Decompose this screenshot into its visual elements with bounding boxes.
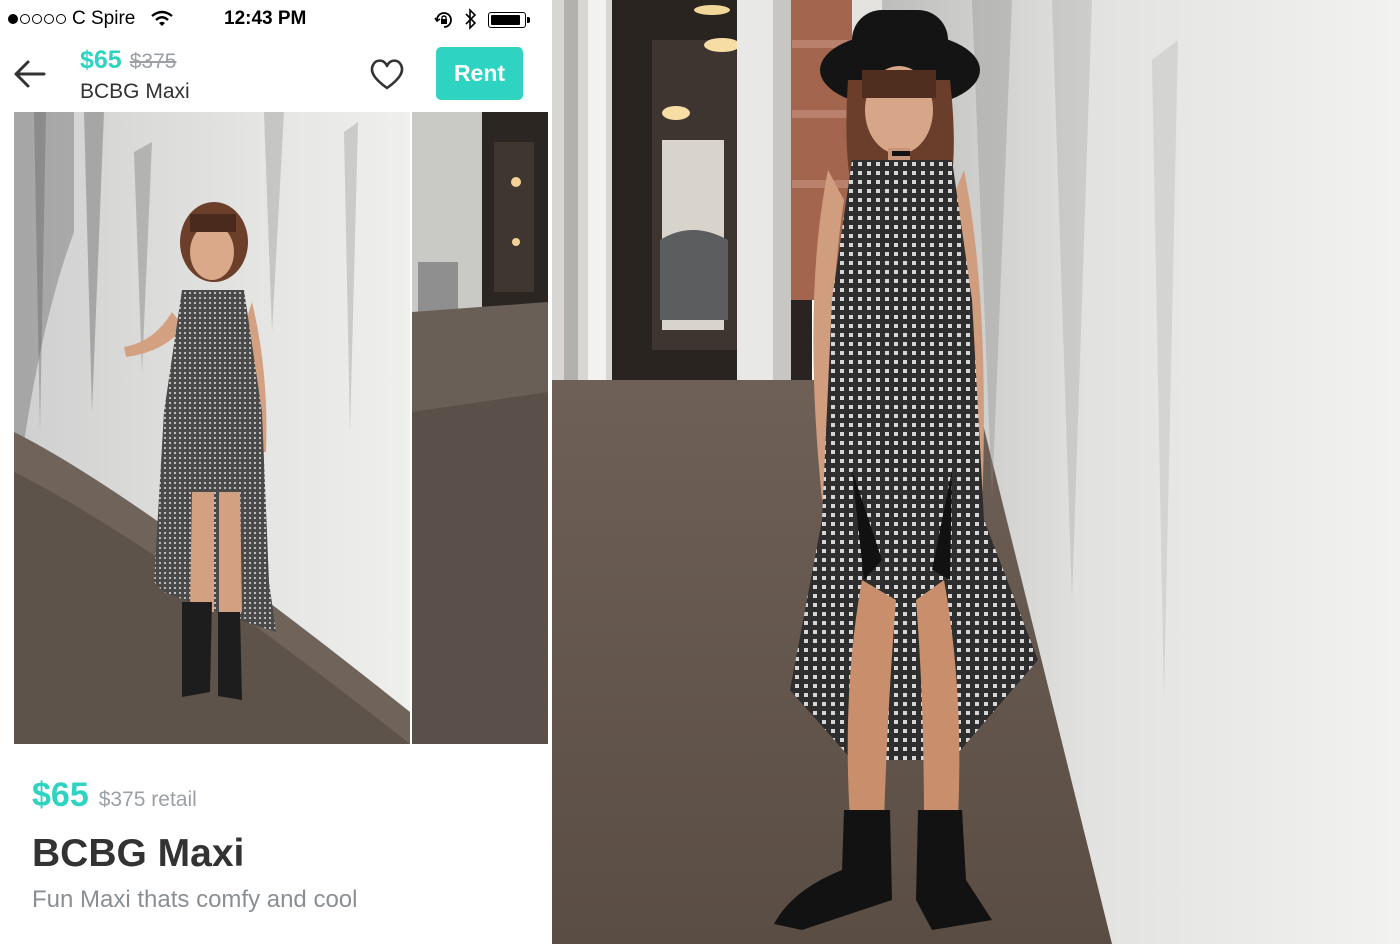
carrier-name: C Spire — [72, 8, 136, 29]
rent-button[interactable]: Rent — [436, 47, 523, 100]
nav-price-group: $65 $375 — [80, 46, 176, 75]
battery-icon — [488, 12, 530, 28]
nav-price: $65 — [80, 46, 122, 74]
signal-dots-icon — [8, 14, 66, 24]
product-photo-full-body[interactable] — [14, 112, 410, 744]
back-arrow-icon[interactable] — [12, 56, 48, 97]
photo-carousel[interactable] — [14, 112, 548, 744]
product-photo-alley[interactable] — [412, 112, 548, 744]
heart-icon[interactable] — [368, 56, 406, 97]
rotation-lock-icon — [433, 9, 455, 37]
rental-price: $65 — [32, 776, 89, 814]
clock: 12:43 PM — [224, 8, 307, 29]
nav-product-title: BCBG Maxi — [80, 80, 190, 103]
nav-original-price: $375 — [129, 50, 177, 73]
large-product-photo — [552, 0, 1400, 944]
wifi-icon — [150, 9, 174, 35]
product-title: BCBG Maxi — [32, 832, 245, 875]
price-row: $65 $375 retail — [32, 776, 197, 815]
retail-price: $375 retail — [98, 788, 197, 811]
product-description: Fun Maxi thats comfy and cool — [32, 886, 358, 913]
bluetooth-icon — [464, 7, 478, 37]
product-nav-bar: $65 $375 BCBG Maxi Rent — [0, 40, 548, 112]
status-bar: C Spire 12:43 PM — [0, 0, 548, 40]
phone-screen: C Spire 12:43 PM $65 $375 BCBG Maxi Rent… — [0, 0, 548, 944]
